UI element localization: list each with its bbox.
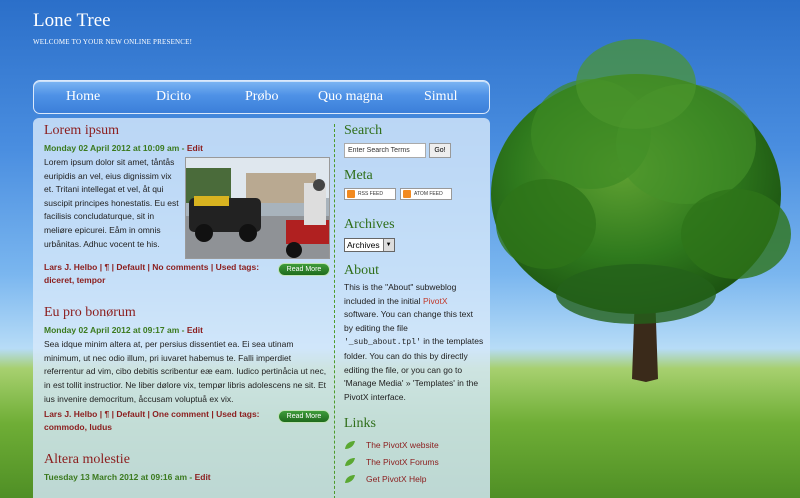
- link-item[interactable]: Get PivotX Help: [344, 474, 484, 484]
- street-scene-image: [186, 158, 329, 258]
- post-date-text: Tuesday 13 March 2012 at 09:16 am: [44, 472, 188, 483]
- post-tags[interactable]: diceret, tempor: [44, 275, 105, 285]
- main-column: Lorem ipsum Monday 02 April 2012 at 10:0…: [44, 123, 330, 485]
- meta-heading: Meta: [344, 168, 373, 183]
- post-author[interactable]: Lars J. Helbo: [44, 409, 97, 419]
- rss-icon: [347, 190, 355, 198]
- main-nav: Home Dicito Prøbo Quo magna Simul: [33, 80, 490, 114]
- post-photo: [185, 157, 330, 259]
- edit-link[interactable]: Edit: [187, 325, 203, 335]
- feed-buttons: RSS FEED ATOM FEED: [344, 188, 484, 200]
- comments-link[interactable]: No comments: [152, 262, 208, 272]
- link-item[interactable]: The PivotX website: [344, 440, 484, 450]
- comments-link[interactable]: One comment: [152, 409, 209, 419]
- edit-link[interactable]: Edit: [195, 472, 211, 482]
- about-text-2: software. You can change this text by ed…: [344, 309, 474, 333]
- search-form: Go!: [344, 143, 484, 158]
- link-label[interactable]: The PivotX website: [366, 440, 439, 450]
- links-heading: Links: [344, 416, 376, 432]
- nav-dicito[interactable]: Dicito: [156, 89, 191, 105]
- post-author[interactable]: Lars J. Helbo: [44, 262, 97, 272]
- post-date: Tuesday 13 March 2012 at 09:16 am - Edit: [44, 472, 211, 483]
- nav-home[interactable]: Home: [66, 89, 100, 105]
- pivotx-link[interactable]: PivotX: [423, 296, 448, 306]
- post: Eu pro bonørum Monday 02 April 2012 at 0…: [44, 305, 330, 433]
- search-input[interactable]: [344, 143, 426, 158]
- sidebar: Search Go! Meta RSS FEED ATOM FEED Archi…: [344, 123, 484, 491]
- post-title[interactable]: Altera molestie: [44, 452, 330, 468]
- post-title[interactable]: Lorem ipsum: [44, 123, 330, 139]
- chevron-down-icon: ▼: [382, 239, 394, 251]
- nav-probo[interactable]: Prøbo: [245, 89, 278, 105]
- permalink[interactable]: ¶: [105, 409, 110, 419]
- post-meta: Lars J. Helbo | ¶ | Default | No comment…: [44, 261, 330, 286]
- leaf-icon: [345, 458, 355, 467]
- permalink[interactable]: ¶: [105, 262, 110, 272]
- read-more-button[interactable]: Read More: [278, 263, 330, 276]
- archives-heading: Archives: [344, 217, 395, 232]
- about-heading: About: [344, 263, 379, 278]
- atom-feed-button[interactable]: ATOM FEED: [400, 188, 452, 200]
- post: Lorem ipsum Monday 02 April 2012 at 10:0…: [44, 123, 330, 286]
- archives-select-value: Archives: [347, 240, 380, 250]
- site-subtitle: WELCOME TO YOUR NEW ONLINE PRESENCE!: [33, 38, 193, 46]
- archives-select[interactable]: Archives ▼: [344, 238, 395, 252]
- post-category[interactable]: Default: [116, 409, 145, 419]
- post-meta: Lars J. Helbo | ¶ | Default | One commen…: [44, 408, 330, 433]
- links-list: The PivotX website The PivotX Forums Get…: [344, 440, 484, 484]
- tree-illustration: [491, 39, 791, 382]
- search-heading: Search: [344, 123, 383, 138]
- content-area: Lorem ipsum Monday 02 April 2012 at 10:0…: [33, 118, 490, 498]
- post: Altera molestie Tuesday 13 March 2012 at…: [44, 452, 330, 482]
- edit-link[interactable]: Edit: [187, 143, 203, 153]
- atom-icon: [403, 190, 411, 198]
- post-title[interactable]: Eu pro bonørum: [44, 305, 330, 321]
- post-category[interactable]: Default: [116, 262, 145, 272]
- site-title[interactable]: Lone Tree: [33, 10, 192, 32]
- read-more-button[interactable]: Read More: [278, 410, 330, 424]
- post-date: Monday 02 April 2012 at 10:09 am - Edit: [44, 143, 203, 153]
- about-text: This is the "About" subweblog included i…: [344, 281, 484, 404]
- link-label[interactable]: The PivotX Forums: [366, 457, 439, 467]
- atom-label: ATOM FEED: [414, 191, 443, 197]
- site-header: Lone Tree WELCOME TO YOUR NEW ONLINE PRE…: [33, 10, 192, 46]
- tags-label: Used tags:: [215, 262, 260, 272]
- search-go-button[interactable]: Go!: [429, 143, 451, 158]
- link-label[interactable]: Get PivotX Help: [366, 474, 426, 484]
- post-body: Sea idque minim altera at, per persius d…: [44, 339, 327, 404]
- nav-simul[interactable]: Simul: [424, 89, 457, 105]
- column-divider: [334, 124, 335, 498]
- post-date-text: Monday 02 April 2012 at 09:17 am: [44, 325, 180, 336]
- tags-label: Used tags:: [216, 409, 260, 420]
- nav-quo-magna[interactable]: Quo magna: [318, 89, 383, 105]
- rss-label: RSS FEED: [358, 191, 384, 197]
- leaf-icon: [345, 475, 355, 484]
- about-code: '_sub_about.tpl': [344, 338, 421, 348]
- post-date: Monday 02 April 2012 at 09:17 am - Edit: [44, 325, 203, 336]
- link-item[interactable]: The PivotX Forums: [344, 457, 484, 467]
- post-date-text: Monday 02 April 2012 at 10:09 am: [44, 143, 180, 153]
- post-tags[interactable]: commodo, ludus: [44, 422, 112, 432]
- leaf-icon: [345, 441, 355, 450]
- rss-feed-button[interactable]: RSS FEED: [344, 188, 396, 200]
